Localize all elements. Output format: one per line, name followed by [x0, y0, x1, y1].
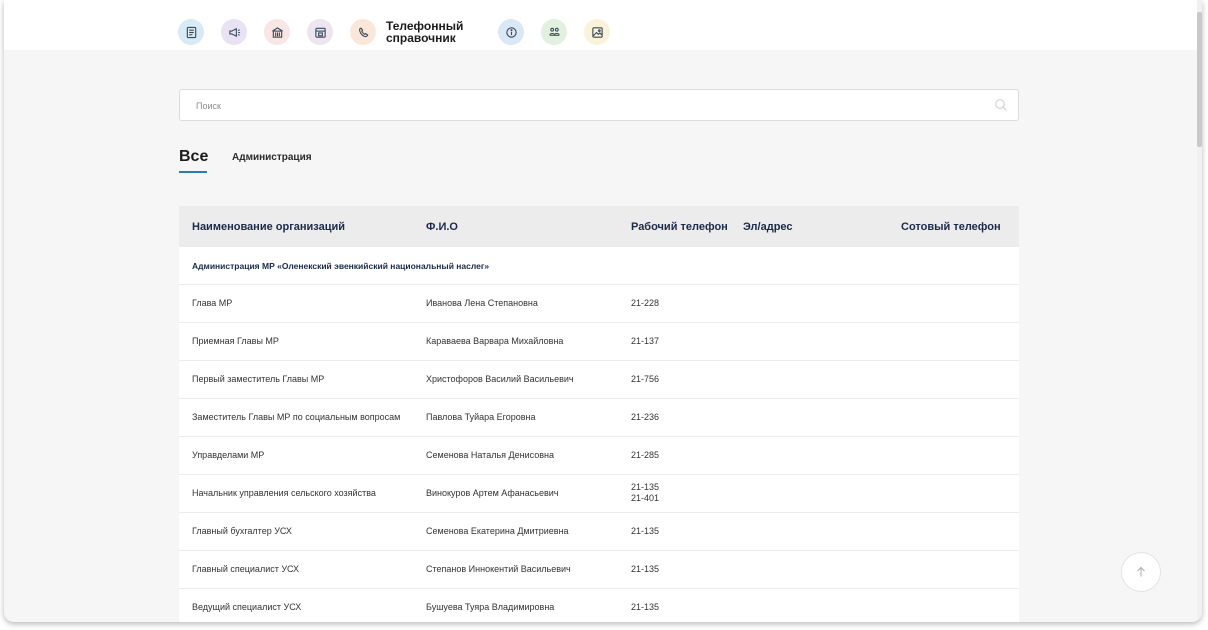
- cell-work-phone: 21-236: [631, 412, 660, 422]
- search-box[interactable]: [179, 89, 1019, 121]
- top-nav-bar: Телефонный справочник: [4, 0, 1202, 50]
- cell-organization: Приемная Главы МР: [192, 336, 279, 346]
- table-row: Ведущий специалист УСХ Бушуева Туяра Вла…: [179, 589, 1019, 622]
- table-header: Наименование организаций Ф.И.О Рабочий т…: [179, 206, 1019, 247]
- column-header-organization: Наименование организаций: [192, 221, 346, 233]
- cell-work-phone: 21-756: [631, 374, 660, 384]
- table-row: Главный бухгалтер УСХ Семенова Екатерина…: [179, 513, 1019, 551]
- calendar-icon[interactable]: [307, 19, 333, 45]
- phonebook-table: Наименование организаций Ф.И.О Рабочий т…: [179, 206, 1019, 622]
- cell-work-phone: 21-137: [631, 336, 660, 346]
- documents-icon[interactable]: [178, 19, 204, 45]
- tab-all[interactable]: Все: [179, 148, 208, 166]
- image-icon[interactable]: [584, 19, 610, 45]
- cell-organization: Начальник управления сельского хозяйства: [192, 488, 376, 498]
- column-header-email: Эл/адрес: [743, 221, 793, 233]
- cell-organization: Управделами МР: [192, 450, 265, 460]
- cell-work-phone: 21-135: [631, 482, 660, 492]
- cell-fio: Павлова Туйара Егоровна: [426, 412, 536, 422]
- table-row: Управделами МР Семенова Наталья Денисовн…: [179, 437, 1019, 475]
- search-icon[interactable]: [994, 98, 1008, 112]
- table-row: Главный специалист УСХ Степанов Иннокент…: [179, 551, 1019, 589]
- megaphone-icon[interactable]: [221, 19, 247, 45]
- section-nav: Телефонный справочник: [178, 17, 627, 47]
- building-icon[interactable]: [264, 19, 290, 45]
- table-group-row: Администрация МР «Оленекский эвенкийский…: [179, 247, 1019, 285]
- cell-fio: Караваева Варвара Михайловна: [426, 336, 564, 346]
- cell-work-phone: 21-135: [631, 564, 660, 574]
- column-header-mobile: Сотовый телефон: [901, 221, 1001, 233]
- cell-work-phone: 21-135: [631, 602, 660, 612]
- cell-work-phone-secondary: 21-401: [631, 493, 660, 503]
- cell-fio: Степанов Иннокентий Васильевич: [426, 564, 571, 574]
- cell-fio: Семенова Екатерина Дмитриевна: [426, 526, 569, 536]
- browser-window: Телефонный справочник Все: [4, 0, 1202, 622]
- cell-fio: Иванова Лена Степановна: [426, 298, 538, 308]
- table-row: Начальник управления сельского хозяйства…: [179, 475, 1019, 513]
- cell-work-phone: 21-285: [631, 450, 660, 460]
- table-row: Первый заместитель Главы МР Христофоров …: [179, 361, 1019, 399]
- arrow-up-icon: [1137, 566, 1145, 577]
- column-header-work-phone: Рабочий телефон: [631, 221, 728, 233]
- cell-fio: Христофоров Василий Васильевич: [426, 374, 574, 384]
- cell-fio: Семенова Наталья Денисовна: [426, 450, 554, 460]
- cell-organization: Первый заместитель Главы МР: [192, 374, 325, 384]
- cell-fio: Винокуров Артем Афанасьевич: [426, 488, 559, 498]
- group-title: Администрация МР «Оленекский эвенкийский…: [192, 261, 490, 271]
- cell-work-phone: 21-135: [631, 526, 660, 536]
- phone-icon[interactable]: [350, 19, 376, 45]
- scroll-to-top-button[interactable]: [1121, 552, 1161, 592]
- cell-organization: Главный бухгалтер УСХ: [192, 526, 292, 536]
- cell-organization: Главный специалист УСХ: [192, 564, 300, 574]
- scrollbar-thumb[interactable]: [1197, 12, 1202, 147]
- cell-organization: Заместитель Главы МР по социальным вопро…: [192, 412, 401, 422]
- table-row: Глава МР Иванова Лена Степановна 21-228: [179, 285, 1019, 323]
- search-input[interactable]: [194, 97, 978, 115]
- info-icon[interactable]: [498, 19, 524, 45]
- active-tab-underline: [179, 171, 207, 173]
- tab-administration[interactable]: Администрация: [232, 152, 312, 163]
- cell-work-phone: 21-228: [631, 298, 660, 308]
- column-header-fio: Ф.И.О: [426, 221, 458, 233]
- scrollbar[interactable]: [1197, 0, 1202, 622]
- table-row: Заместитель Главы МР по социальным вопро…: [179, 399, 1019, 437]
- nav-label-phonebook[interactable]: Телефонный справочник: [386, 20, 466, 44]
- cell-organization: Глава МР: [192, 298, 233, 308]
- cell-fio: Бушуева Туяра Владимировна: [426, 602, 555, 612]
- cell-organization: Ведущий специалист УСХ: [192, 602, 302, 612]
- people-icon[interactable]: [541, 19, 567, 45]
- table-row: Приемная Главы МР Караваева Варвара Миха…: [179, 323, 1019, 361]
